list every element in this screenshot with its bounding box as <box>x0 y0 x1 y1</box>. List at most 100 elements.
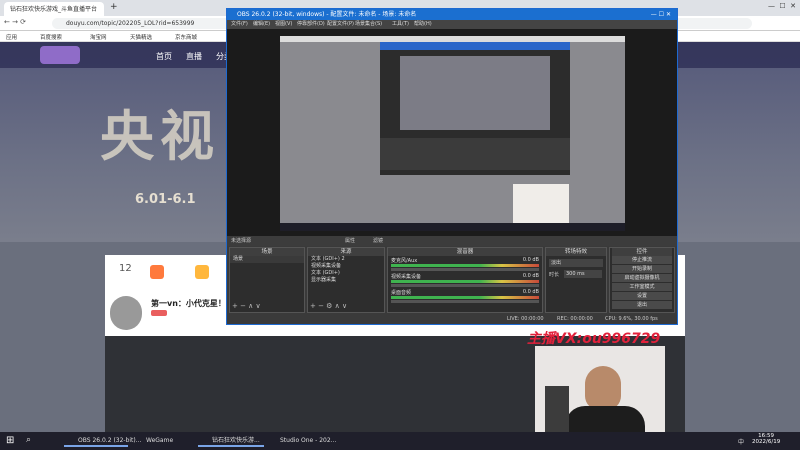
mixer-channel: 桌面音频 0.0 dB <box>388 288 542 304</box>
tab-title: 钻石狂欢快乐游戏_斗鱼直播平台 <box>10 6 98 13</box>
mixer-dock: 混音器 麦克风/Aux 0.0 dB 视频采集设备 0.0 dB 桌面音频 0.… <box>387 247 543 313</box>
duration-field[interactable]: 300 ms <box>564 270 602 278</box>
channel-name: 麦克风/Aux <box>391 258 418 264</box>
volume-slider[interactable] <box>391 284 539 287</box>
bookmark-item[interactable]: 应用 <box>6 33 17 41</box>
bookmark-item[interactable]: 百度搜索 <box>40 33 62 41</box>
bookmark-item[interactable]: 天猫精选 <box>130 33 152 41</box>
source-item[interactable]: 显示器采集 <box>308 277 384 284</box>
volume-meter <box>391 296 539 299</box>
nested-webcam <box>513 184 569 226</box>
source-item[interactable]: 文本 (GDI+) 2 <box>308 256 384 263</box>
channel-name: 桌面音频 <box>391 290 412 296</box>
bookmark-item[interactable]: 京东商城 <box>175 33 197 41</box>
properties-button[interactable]: 属性 <box>345 236 355 246</box>
volume-meter <box>391 264 539 267</box>
obs-window: OBS 26.0.2 (32-bit, windows) - 配置文件: 未命名… <box>226 8 678 325</box>
menu-help[interactable]: 帮助(H) <box>414 20 432 29</box>
menu-profile[interactable]: 配置文件(P) <box>327 20 354 29</box>
sources-dock-title: 来源 <box>308 248 384 256</box>
menu-file[interactable]: 文件(F) <box>231 20 248 29</box>
volume-slider[interactable] <box>391 300 539 303</box>
nav-home[interactable]: 首页 <box>156 51 172 62</box>
sources-dock: 来源 文本 (GDI+) 2 视频采集设备 文本 (GDI+) 显示器采集 + … <box>307 247 385 313</box>
controls-dock: 控件 停止推流 开始录制 启动虚拟摄像机 工作室模式 设置 退出 <box>609 247 675 313</box>
menu-docks[interactable]: 停靠部件(D) <box>297 20 325 29</box>
virtual-camera-button[interactable]: 启动虚拟摄像机 <box>612 274 672 282</box>
studio-mode-button[interactable]: 工作室模式 <box>612 283 672 291</box>
person-head <box>585 366 621 410</box>
scene-add-remove-icons[interactable]: + − ∧ ∨ <box>232 302 261 310</box>
bookmark-item[interactable]: 淘宝网 <box>90 33 107 41</box>
nested-preview <box>400 56 550 130</box>
nested-taskbar <box>280 223 625 231</box>
nested-docks <box>380 138 570 170</box>
obs-titlebar[interactable]: OBS 26.0.2 (32-bit, windows) - 配置文件: 未命名… <box>227 9 677 20</box>
window-controls[interactable]: — ☐ ✕ <box>736 2 796 13</box>
mixer-channel: 麦克风/Aux 0.0 dB <box>388 256 542 272</box>
date: 2022/6/19 <box>752 439 781 445</box>
webcam-feed <box>535 346 665 442</box>
menu-view[interactable]: 视图(V) <box>275 20 292 29</box>
channel-db: 0.0 dB <box>522 257 539 263</box>
menu-edit[interactable]: 编辑(E) <box>253 20 270 29</box>
menu-tools[interactable]: 工具(T) <box>392 20 409 29</box>
filters-button[interactable]: 滤镜 <box>373 236 383 246</box>
no-source-label: 未选择源 <box>231 238 252 244</box>
start-recording-button[interactable]: 开始录制 <box>612 265 672 273</box>
volume-slider[interactable] <box>391 268 539 271</box>
channel-db: 0.0 dB <box>522 273 539 279</box>
avatar[interactable] <box>110 296 142 330</box>
volume-meter <box>391 280 539 283</box>
settings-button[interactable]: 设置 <box>612 292 672 300</box>
new-tab-button[interactable]: + <box>110 2 118 12</box>
nav-live[interactable]: 直播 <box>186 51 202 62</box>
nav-arrows-icon[interactable]: ← → ⟳ <box>4 18 26 26</box>
browser-tab-active[interactable]: 钻石狂欢快乐游戏_斗鱼直播平台 <box>4 2 104 16</box>
window-controls[interactable]: — ☐ ✕ <box>651 9 671 20</box>
taskbar-item-browser[interactable]: 钻石狂欢快乐游... <box>198 435 264 447</box>
gift-icon[interactable] <box>150 265 164 279</box>
channel-name: 视频采集设备 <box>391 274 422 280</box>
status-badge <box>151 310 167 316</box>
controls-dock-title: 控件 <box>612 248 672 256</box>
exit-button[interactable]: 退出 <box>612 301 672 309</box>
taskbar: ⊞ ⌕ OBS 26.0.2 (32-bit)... WeGame 钻石狂欢快乐… <box>0 432 800 450</box>
nested-obs-titlebar <box>380 42 570 50</box>
source-item[interactable]: 文本 (GDI+) <box>308 270 384 277</box>
clock[interactable]: 16:59 2022/6/19 <box>752 433 780 445</box>
source-add-remove-icons[interactable]: + − ⚙ ∧ ∨ <box>310 302 347 310</box>
channel-db: 0.0 dB <box>522 289 539 295</box>
taskbar-item-obs[interactable]: OBS 26.0.2 (32-bit)... <box>64 435 141 447</box>
site-logo <box>40 46 80 64</box>
stop-streaming-button[interactable]: 停止推流 <box>612 256 672 264</box>
nested-preview-capture <box>280 36 625 231</box>
mixer-channel: 视频采集设备 0.0 dB <box>388 272 542 288</box>
transitions-dock-title: 转场特效 <box>546 248 606 256</box>
search-icon[interactable]: ⌕ <box>26 435 31 445</box>
gift-icon[interactable] <box>195 265 209 279</box>
menu-scene-collection[interactable]: 场景集合(S) <box>355 20 382 29</box>
webcam-caption: 主播VX:ou996729 <box>527 331 661 347</box>
cpu-status: CPU: 9.6%, 30.00 fps <box>605 316 658 322</box>
scene-item[interactable]: 场景 <box>230 256 304 263</box>
banner-date: 6.01-6.1 <box>135 192 196 207</box>
nested-obs-window <box>380 50 570 175</box>
obs-menubar: 文件(F) 编辑(E) 视图(V) 停靠部件(D) 配置文件(P) 场景集合(S… <box>227 20 677 29</box>
duration-label: 时长 <box>549 272 560 278</box>
transitions-dock: 转场特效 淡出 时长 300 ms <box>545 247 607 313</box>
obs-title: OBS 26.0.2 (32-bit, windows) - 配置文件: 未命名… <box>237 11 417 18</box>
scenes-dock-title: 场景 <box>230 248 304 256</box>
source-toolbar: 未选择源 属性 滤镜 <box>227 236 677 246</box>
taskbar-item-studio-one[interactable]: Studio One - 202... <box>266 435 336 447</box>
windows-start-icon[interactable]: ⊞ <box>6 435 14 446</box>
scenes-dock: 场景 场景 + − ∧ ∨ <box>229 247 305 313</box>
source-item[interactable]: 视频采集设备 <box>308 263 384 270</box>
live-status: LIVE: 00:00:00 <box>507 316 544 322</box>
ime-indicator[interactable]: 中 <box>738 437 744 446</box>
taskbar-item-wegame[interactable]: WeGame <box>132 435 192 447</box>
obs-preview-canvas[interactable] <box>227 29 677 236</box>
mixer-dock-title: 混音器 <box>388 248 542 256</box>
transition-select[interactable]: 淡出 <box>549 259 603 267</box>
rec-status: REC: 00:00:00 <box>557 316 593 322</box>
